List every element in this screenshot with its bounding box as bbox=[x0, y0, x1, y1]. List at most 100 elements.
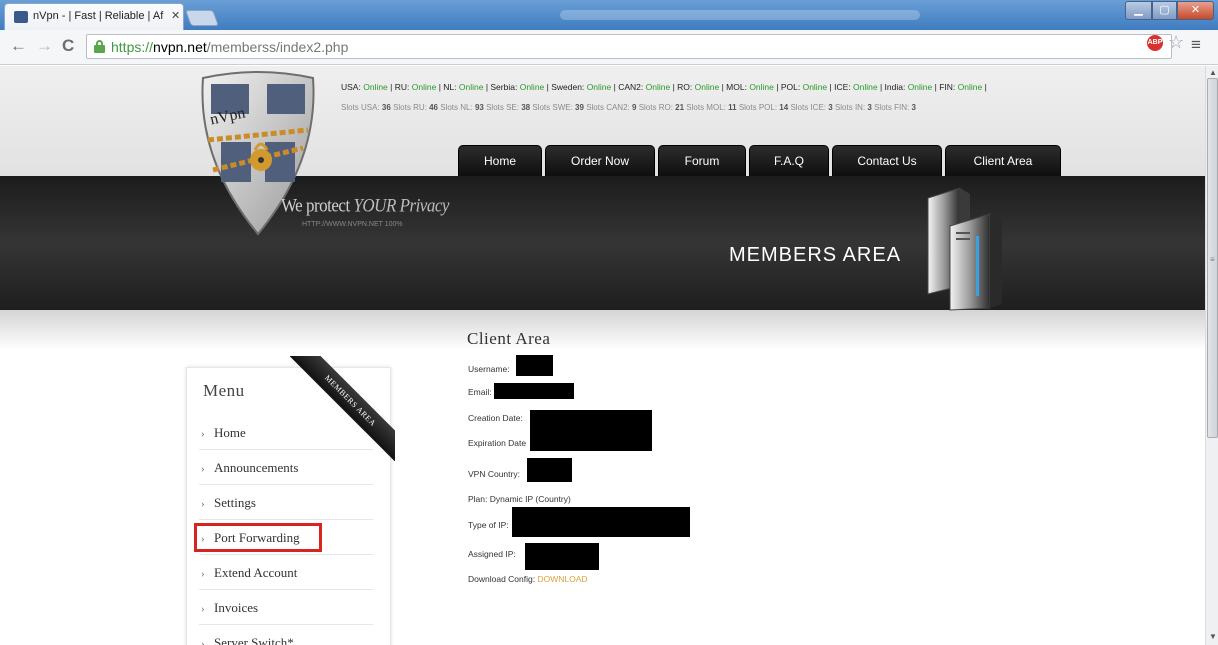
status-label: RU: bbox=[394, 82, 410, 92]
tab-close-icon[interactable]: ✕ bbox=[171, 9, 180, 22]
chevron-right-icon: › bbox=[201, 603, 205, 615]
slots-label: Slots RO: bbox=[638, 103, 673, 112]
nav-tab-order-now[interactable]: Order Now bbox=[545, 145, 655, 176]
sidebar-item-invoices[interactable]: › Invoices bbox=[199, 591, 373, 625]
chevron-right-icon: › bbox=[201, 568, 205, 580]
status-value: Online bbox=[957, 82, 983, 92]
tab-title: nVpn - | Fast | Reliable | Af bbox=[33, 10, 164, 22]
ip-type-label: Type of IP: bbox=[468, 520, 509, 530]
status-label: RO: bbox=[677, 82, 693, 92]
chevron-right-icon: › bbox=[201, 638, 205, 645]
dates-value-redacted bbox=[530, 410, 652, 451]
header-banner bbox=[0, 176, 1205, 310]
scroll-up-icon[interactable]: ▲ bbox=[1209, 68, 1217, 77]
slots-count: 21 bbox=[675, 103, 685, 112]
header-shadow bbox=[0, 310, 1205, 350]
download-config-row: Download Config: DOWNLOAD bbox=[468, 574, 588, 584]
server-slots-line: Slots USA: 36 Slots RU: 46 Slots NL: 93 … bbox=[341, 103, 916, 112]
status-label: POL: bbox=[780, 82, 801, 92]
url-text: https://nvpn.net/memberss/index2.php bbox=[111, 39, 349, 55]
close-window-button[interactable]: ✕ bbox=[1177, 1, 1214, 20]
scroll-thumb[interactable]: ≡ bbox=[1207, 78, 1218, 438]
sidebar-item-server-switch[interactable]: › Server Switch* bbox=[199, 626, 373, 645]
sidebar-item-home[interactable]: › Home bbox=[199, 416, 373, 450]
page-viewport: USA: Online | RU: Online | NL: Online | … bbox=[0, 66, 1205, 645]
status-label: CAN2: bbox=[618, 82, 644, 92]
status-value: Online bbox=[853, 82, 878, 92]
vpn-country-label: VPN Country: bbox=[468, 469, 520, 479]
sidebar-item-label: Invoices bbox=[214, 600, 259, 615]
status-label: FIN: bbox=[939, 82, 956, 92]
status-label: MOL: bbox=[726, 82, 747, 92]
slots-label: Slots FIN: bbox=[874, 103, 910, 112]
address-bar[interactable]: https://nvpn.net/memberss/index2.php bbox=[86, 34, 1172, 59]
forward-icon[interactable]: → bbox=[36, 36, 53, 56]
slots-label: Slots POL: bbox=[738, 103, 778, 112]
slots-count: 38 bbox=[521, 103, 531, 112]
sidebar-item-label: Announcements bbox=[214, 460, 299, 475]
slots-count: 3 bbox=[911, 103, 916, 112]
slots-label: Slots SE: bbox=[486, 103, 519, 112]
status-label: ICE: bbox=[834, 82, 851, 92]
sidebar-item-label: Server Switch* bbox=[214, 635, 294, 645]
reload-icon[interactable]: C bbox=[62, 36, 74, 56]
status-value: Online bbox=[802, 82, 828, 92]
slots-count: 46 bbox=[429, 103, 438, 112]
vpn-country-value-redacted bbox=[527, 458, 572, 482]
slots-count: 39 bbox=[575, 103, 584, 112]
slots-count: 3 bbox=[867, 103, 872, 112]
status-value: Online bbox=[363, 82, 388, 92]
assigned-ip-value-redacted bbox=[525, 543, 599, 570]
nav-tab-home[interactable]: Home bbox=[458, 145, 542, 176]
sidebar-item-label: Extend Account bbox=[214, 565, 298, 580]
download-link[interactable]: DOWNLOAD bbox=[537, 574, 587, 584]
slots-label: Slots CAN2: bbox=[586, 103, 630, 112]
nav-tab-forum[interactable]: Forum bbox=[658, 145, 746, 176]
browser-toolbar: ← → C https://nvpn.net/memberss/index2.p… bbox=[0, 30, 1218, 65]
slots-label: Slots MOL: bbox=[686, 103, 726, 112]
sidebar-item-announcements[interactable]: › Announcements bbox=[199, 451, 373, 485]
username-label: Username: bbox=[468, 364, 510, 374]
email-label: Email: bbox=[468, 387, 492, 397]
assigned-ip-label: Assigned IP: bbox=[468, 549, 516, 559]
server-icon bbox=[927, 187, 1002, 311]
lock-icon bbox=[94, 40, 105, 53]
window-title bbox=[560, 10, 920, 20]
scroll-down-icon[interactable]: ▼ bbox=[1209, 632, 1217, 641]
sidebar-item-settings[interactable]: › Settings bbox=[199, 486, 373, 520]
username-value-redacted bbox=[516, 355, 553, 376]
status-value: Online bbox=[519, 82, 545, 92]
bookmark-star-icon[interactable]: ☆ bbox=[1168, 32, 1184, 53]
ip-type-value-redacted bbox=[512, 507, 690, 537]
maximize-button[interactable]: ▢ bbox=[1152, 1, 1177, 20]
nav-tab-client-area[interactable]: Client Area bbox=[945, 145, 1061, 176]
page-scrollbar[interactable]: ▲ ≡ ▼ bbox=[1205, 66, 1218, 645]
slots-label: Slots IN: bbox=[834, 103, 866, 112]
slots-label: Slots RU: bbox=[393, 103, 427, 112]
status-value: Online bbox=[907, 82, 933, 92]
sidebar-item-extend-account[interactable]: › Extend Account bbox=[199, 556, 373, 590]
browser-menu-icon[interactable]: ≡ bbox=[1191, 35, 1201, 55]
slots-count: 93 bbox=[474, 103, 484, 112]
slogan: We protect YOUR Privacy bbox=[281, 195, 449, 216]
status-value: Online bbox=[694, 82, 720, 92]
minimize-button[interactable]: ▁ bbox=[1125, 1, 1152, 20]
scroll-grip-icon: ≡ bbox=[1210, 255, 1215, 264]
server-status-line: USA: Online | RU: Online | NL: Online | … bbox=[341, 82, 987, 92]
slots-count: 3 bbox=[828, 103, 833, 112]
status-label: USA: bbox=[341, 82, 361, 92]
nav-tab-contact-us[interactable]: Contact Us bbox=[832, 145, 942, 176]
main-nav: Home Order Now Forum F.A.Q Contact Us Client … bbox=[458, 145, 1061, 176]
port-forwarding-highlight bbox=[194, 523, 322, 552]
slots-count: 9 bbox=[632, 103, 637, 112]
chevron-right-icon: › bbox=[201, 498, 205, 510]
new-tab-button[interactable] bbox=[185, 10, 219, 26]
slots-label: Slots NL: bbox=[440, 103, 473, 112]
menu-title: Menu bbox=[203, 381, 245, 400]
client-area-title: Client Area bbox=[467, 329, 551, 348]
back-icon[interactable]: ← bbox=[10, 36, 27, 56]
adblock-icon[interactable]: ABP bbox=[1147, 35, 1163, 51]
browser-tab[interactable]: nVpn - | Fast | Reliable | Af ✕ bbox=[4, 3, 184, 30]
slots-count: 11 bbox=[728, 103, 737, 112]
nav-tab-f-a-q[interactable]: F.A.Q bbox=[749, 145, 829, 176]
